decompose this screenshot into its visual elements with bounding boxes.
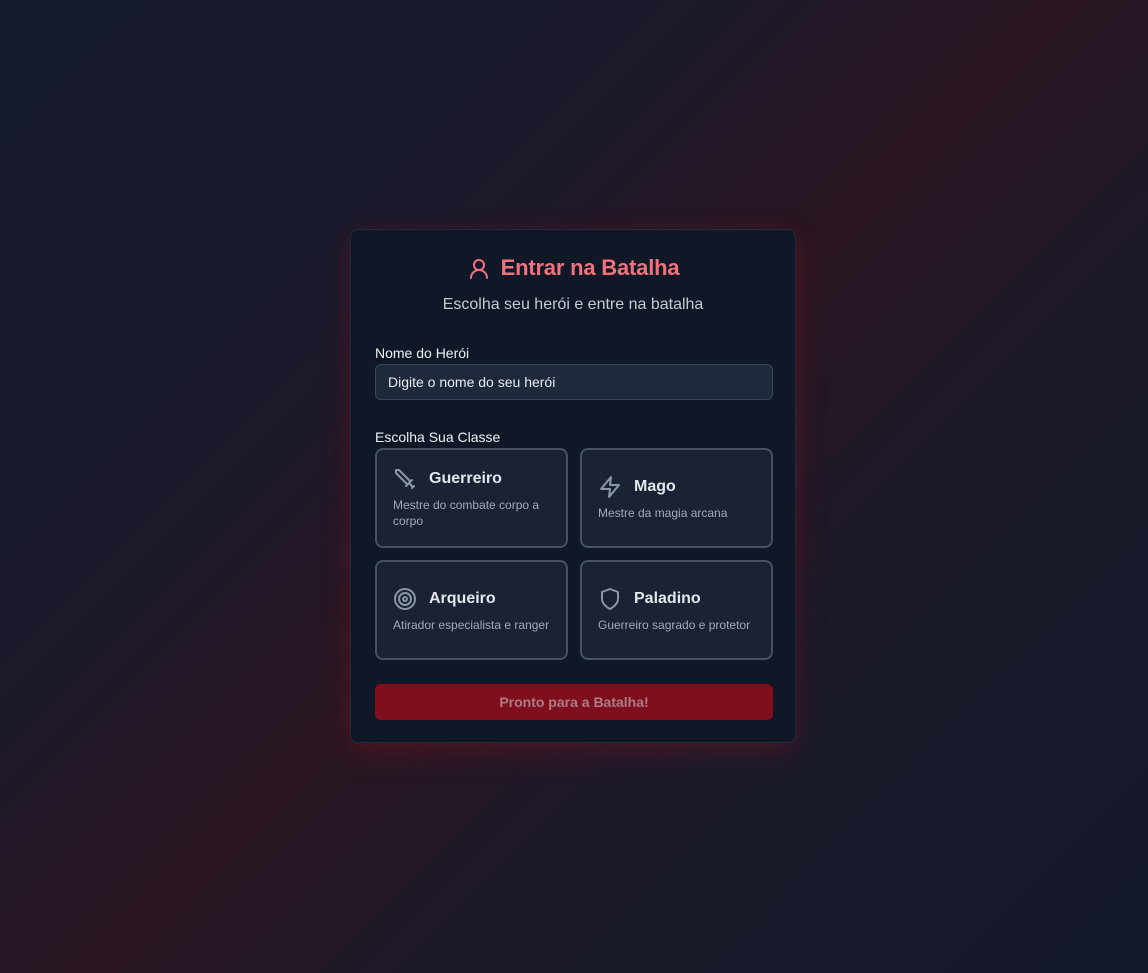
- class-description: Atirador especialista e ranger: [393, 618, 550, 632]
- class-name: Arqueiro: [429, 590, 496, 607]
- class-description: Guerreiro sagrado e protetor: [598, 618, 751, 632]
- class-option-arqueiro[interactable]: Arqueiro Atirador especialista e ranger: [375, 560, 568, 660]
- class-description: Mestre do combate corpo a corpo: [393, 498, 540, 528]
- user-icon: [467, 256, 491, 280]
- class-option-mago[interactable]: Mago Mestre da magia arcana: [580, 448, 773, 548]
- zap-icon: [598, 475, 622, 499]
- class-option-paladino[interactable]: Paladino Guerreiro sagrado e protetor: [580, 560, 773, 660]
- class-option-guerreiro[interactable]: Guerreiro Mestre do combate corpo a corp…: [375, 448, 568, 548]
- sword-icon: [393, 467, 417, 491]
- page-subtitle: Escolha seu herói e entre na batalha: [442, 296, 704, 313]
- target-icon: [393, 587, 417, 611]
- hero-name-label: Nome do Herói: [375, 345, 470, 361]
- login-card: Entrar na Batalha Escolha seu herói e en…: [350, 229, 796, 743]
- hero-name-input[interactable]: [375, 364, 773, 400]
- shield-icon: [598, 587, 622, 611]
- class-description: Mestre da magia arcana: [598, 506, 728, 520]
- class-name: Paladino: [634, 590, 701, 607]
- class-name: Guerreiro: [429, 470, 502, 487]
- page-title: Entrar na Batalha: [500, 255, 680, 280]
- ready-for-battle-button[interactable]: Pronto para a Batalha!: [375, 684, 773, 720]
- class-section-label: Escolha Sua Classe: [375, 429, 501, 445]
- class-name: Mago: [634, 478, 676, 495]
- card-header: Entrar na Batalha: [351, 255, 795, 281]
